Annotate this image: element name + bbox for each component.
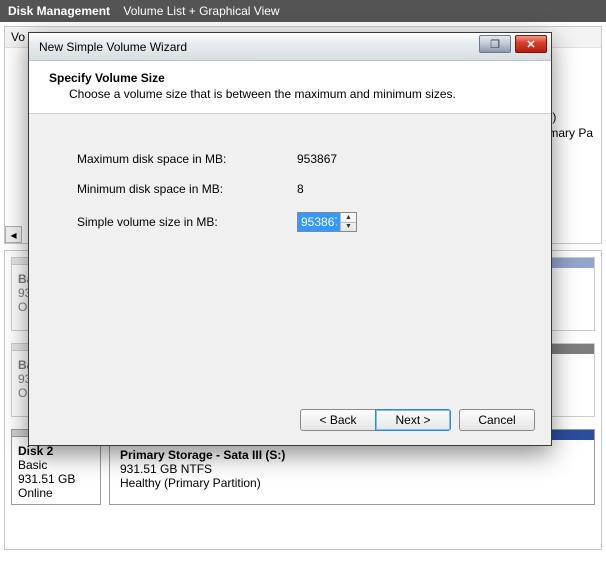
next-button[interactable]: Next >	[375, 409, 451, 431]
close-icon: ✕	[526, 38, 535, 51]
disk-size: 931.51 GB	[18, 472, 94, 486]
wizard-header: Specify Volume Size Choose a volume size…	[29, 61, 551, 114]
cancel-button[interactable]: Cancel	[459, 409, 535, 431]
max-space-value: 953867	[297, 152, 417, 166]
min-space-value: 8	[297, 182, 417, 196]
disk-type: Basic	[18, 458, 94, 472]
volume-size-label: Simple volume size in MB:	[77, 215, 297, 229]
wizard-dialog: New Simple Volume Wizard ❐ ✕ Specify Vol…	[28, 32, 552, 446]
dm-title-bar: Disk Management Volume List + Graphical …	[0, 0, 606, 22]
spin-up-button[interactable]: ▲	[341, 213, 356, 223]
restore-icon: ❐	[490, 38, 500, 51]
back-button[interactable]: < Back	[300, 409, 376, 431]
volume-title: Primary Storage - Sata III (S:)	[120, 448, 285, 462]
volume-size-spinner: ▲ ▼	[297, 212, 357, 232]
disk-name: Disk 2	[18, 444, 94, 458]
spin-down-button[interactable]: ▼	[341, 223, 356, 232]
wizard-title: New Simple Volume Wizard	[39, 40, 187, 54]
volume-size: 931.51 GB NTFS	[120, 462, 584, 476]
wizard-heading: Specify Volume Size	[49, 71, 531, 85]
volume-health: Healthy (Primary Partition)	[120, 476, 584, 490]
chevron-up-icon: ▲	[345, 214, 352, 221]
wizard-panel: Maximum disk space in MB: 953867 Minimum…	[29, 114, 551, 232]
dm-subtitle: Volume List + Graphical View	[123, 4, 279, 18]
close-button[interactable]: ✕	[515, 35, 547, 53]
dm-title: Disk Management	[8, 4, 110, 18]
min-space-label: Minimum disk space in MB:	[77, 182, 297, 196]
volume-size-input[interactable]	[298, 213, 340, 231]
disk-status: Online	[18, 486, 94, 500]
scroll-left-button[interactable]: ◂	[5, 226, 22, 243]
max-space-label: Maximum disk space in MB:	[77, 152, 297, 166]
restore-button[interactable]: ❐	[479, 35, 511, 53]
chevron-left-icon: ◂	[10, 228, 16, 242]
wizard-description: Choose a volume size that is between the…	[69, 87, 531, 101]
chevron-down-icon: ▼	[345, 223, 352, 230]
wizard-title-bar[interactable]: New Simple Volume Wizard ❐ ✕	[29, 33, 551, 61]
